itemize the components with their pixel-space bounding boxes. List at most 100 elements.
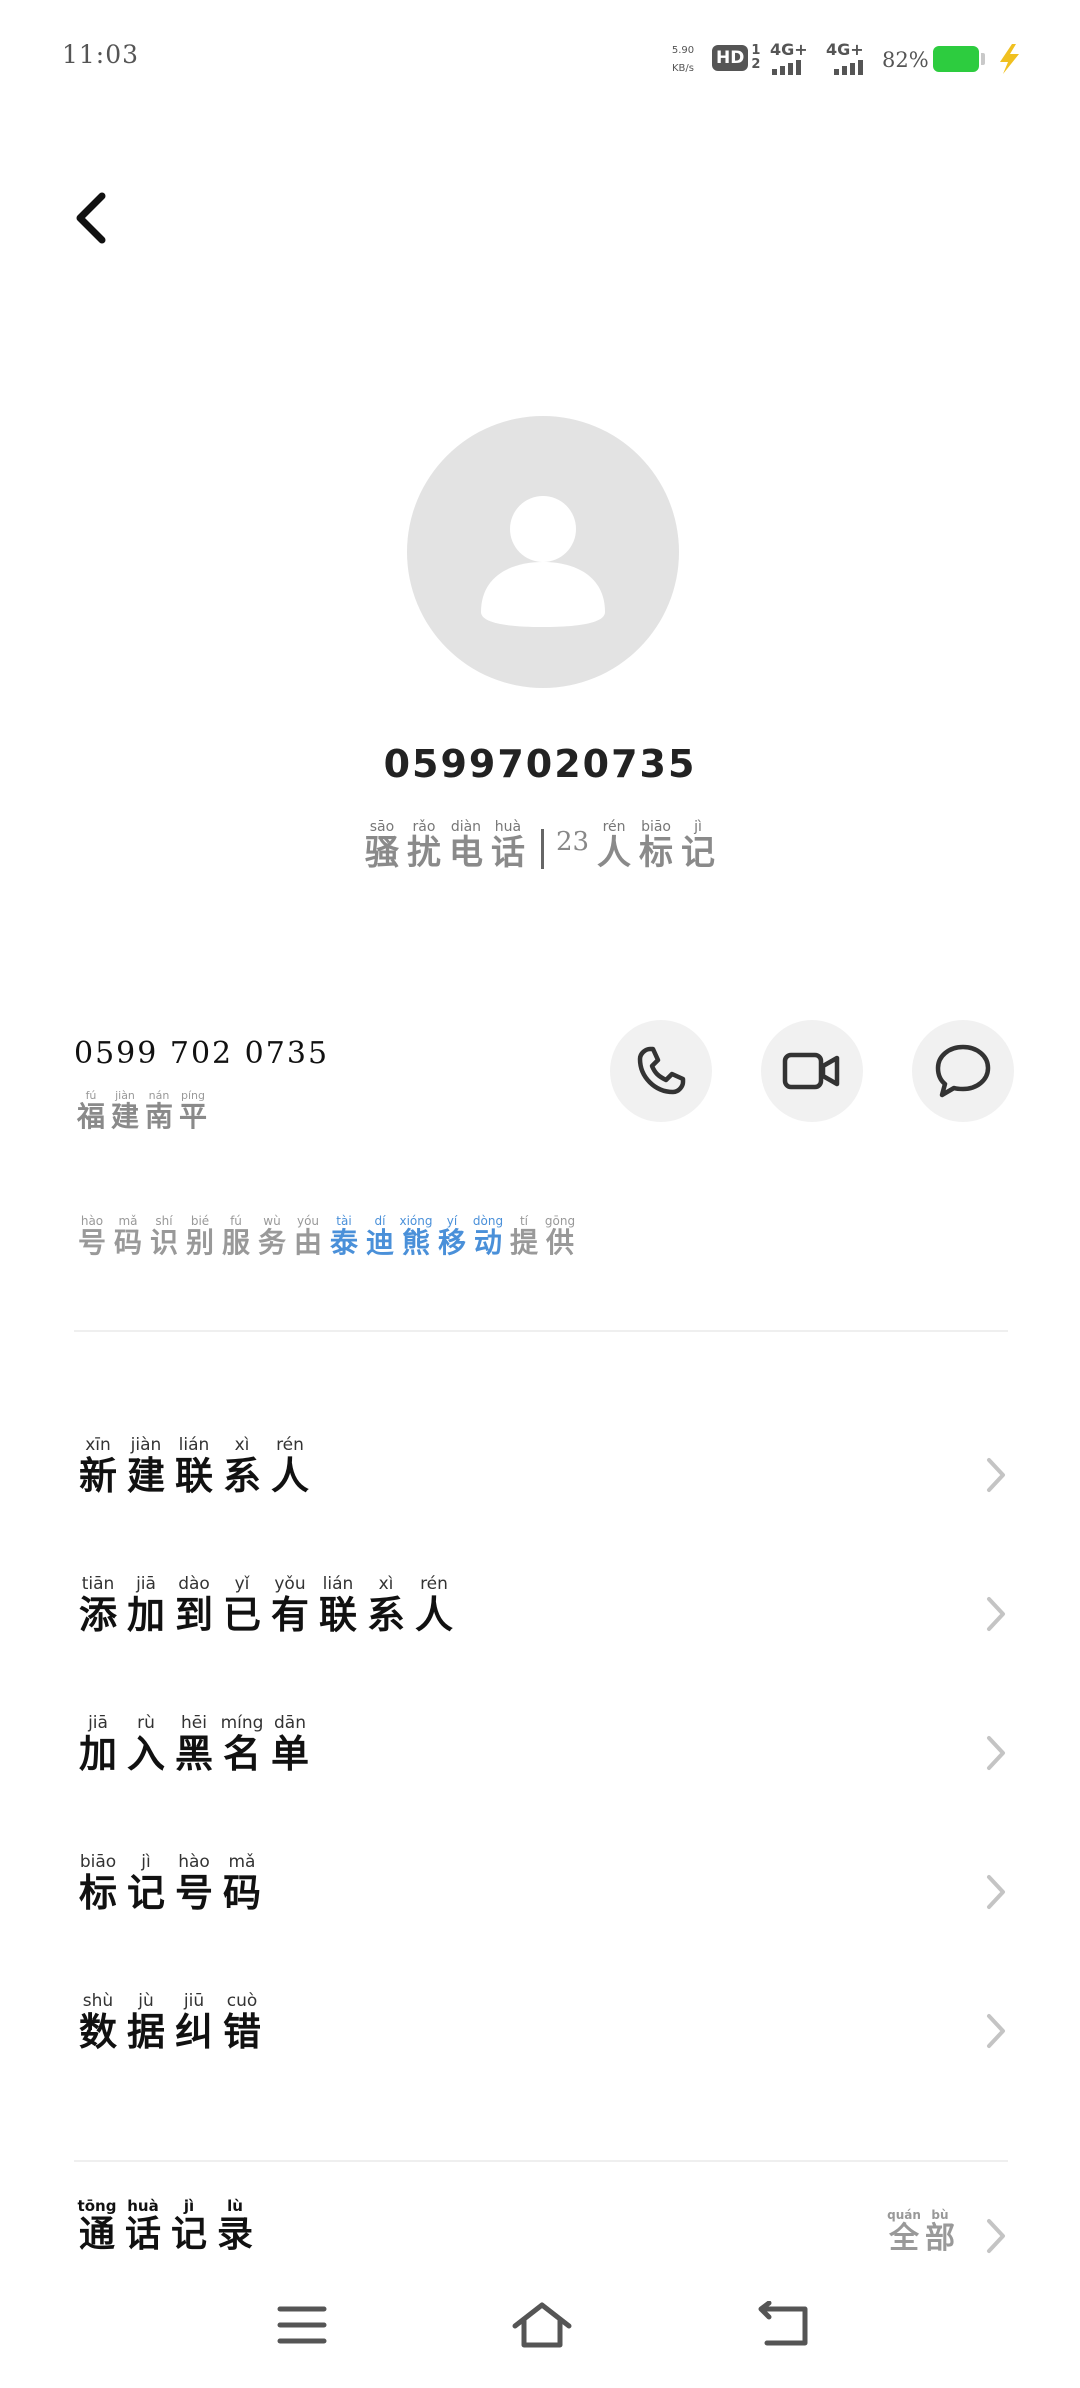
ruby-char: lián 联 bbox=[314, 1575, 362, 1635]
marked-by-label: rén 人 biāo 标 jì 记 bbox=[593, 819, 719, 874]
ruby-char: huà 话 bbox=[120, 2198, 166, 2254]
divider bbox=[74, 1330, 1008, 1332]
hanzi: 建 bbox=[110, 1100, 139, 1134]
hanzi: 迪 bbox=[365, 1226, 394, 1260]
call-log-header: tōng 通 huà 话 jì 记 lù 录 quán 全 bù 部 bbox=[74, 2196, 1008, 2276]
ruby-char: shí 识 bbox=[146, 1214, 182, 1260]
pinyin: jiū bbox=[183, 1991, 205, 2011]
pinyin: xì bbox=[234, 1435, 250, 1455]
hanzi: 码 bbox=[113, 1226, 142, 1260]
provider-link[interactable]: tài 泰 dí 迪 xióng 熊 yí 移 dòng 动 bbox=[326, 1214, 506, 1260]
hanzi: 标 bbox=[78, 1869, 117, 1915]
hanzi: 系 bbox=[222, 1452, 261, 1498]
ruby-char: xì 系 bbox=[362, 1575, 410, 1635]
hanzi: 人 bbox=[414, 1591, 453, 1637]
pinyin: dān bbox=[274, 1713, 306, 1733]
hanzi: 识 bbox=[149, 1226, 178, 1260]
ruby-char: hēi 黑 bbox=[170, 1714, 218, 1774]
hanzi: 到 bbox=[174, 1591, 213, 1637]
ruby-char: jù 据 bbox=[122, 1992, 170, 2052]
ruby-char: sāo 骚 bbox=[361, 819, 403, 874]
ruby-char: lián 联 bbox=[170, 1436, 218, 1496]
ruby-char: fú 福 bbox=[74, 1089, 108, 1134]
chat-bubble-icon bbox=[935, 1044, 991, 1098]
ruby-char: biāo 标 bbox=[635, 819, 677, 874]
menu-add-to-existing-contact[interactable]: tiān 添 jiā 加 dào 到 yǐ 已 yǒu 有 lián 联 xì 系 rén 人 bbox=[74, 1556, 1008, 1666]
menu-item-label: shù 数 jù 据 jiū 纠 cuò 错 bbox=[74, 1991, 266, 2052]
hanzi: 人 bbox=[270, 1452, 309, 1498]
divider bbox=[74, 2160, 1008, 2162]
call-button[interactable] bbox=[610, 1020, 712, 1122]
chevron-right-icon bbox=[987, 1597, 1005, 1631]
chevron-right-icon[interactable] bbox=[984, 2216, 1008, 2256]
hanzi: 码 bbox=[222, 1869, 261, 1915]
hanzi: 部 bbox=[925, 2221, 955, 2257]
video-call-button[interactable] bbox=[761, 1020, 863, 1122]
ruby-char: jì 记 bbox=[122, 1853, 170, 1913]
ruby-char: mǎ 码 bbox=[218, 1853, 266, 1913]
ruby-char: bù 部 bbox=[922, 2208, 958, 2257]
hanzi: 熊 bbox=[401, 1226, 430, 1260]
chevron-right-icon bbox=[987, 1875, 1005, 1909]
ruby-char: jiū 纠 bbox=[170, 1992, 218, 2052]
call-log-filter[interactable]: quán 全 bù 部 bbox=[886, 2204, 958, 2255]
hanzi: 错 bbox=[222, 2008, 261, 2054]
pinyin: rén bbox=[276, 1435, 304, 1455]
ruby-char: mǎ 码 bbox=[110, 1214, 146, 1260]
ruby-char: rén 人 bbox=[266, 1436, 314, 1496]
hanzi: 有 bbox=[270, 1591, 309, 1637]
formatted-phone-number[interactable]: 0599 702 0735 bbox=[74, 1036, 329, 1071]
ruby-char: nán 南 bbox=[142, 1089, 176, 1134]
hanzi: 福 bbox=[76, 1100, 105, 1134]
ruby-char: xióng 熊 bbox=[398, 1214, 434, 1260]
hanzi: 录 bbox=[216, 2212, 253, 2255]
nav-home-button[interactable] bbox=[502, 2290, 582, 2360]
pinyin: cuò bbox=[226, 1991, 258, 2011]
phone-icon bbox=[637, 1046, 686, 1095]
ruby-char: míng 名 bbox=[218, 1714, 266, 1774]
hanzi: 骚 bbox=[364, 833, 399, 874]
message-button[interactable] bbox=[912, 1020, 1014, 1122]
ruby-char: xì 系 bbox=[218, 1436, 266, 1496]
pinyin: xì bbox=[378, 1574, 394, 1594]
chevron-right-icon bbox=[987, 1458, 1005, 1492]
tag-separator bbox=[540, 828, 544, 869]
menu-mark-number[interactable]: biāo 标 jì 记 hào 号 mǎ 码 bbox=[74, 1834, 1008, 1944]
hanzi: 数 bbox=[78, 2008, 117, 2054]
pinyin: jiā bbox=[88, 1713, 108, 1733]
pinyin: mǎ bbox=[228, 1852, 256, 1872]
ruby-char: jiàn 建 bbox=[122, 1436, 170, 1496]
provider-note: hào 号 mǎ 码 shí 识 bié 别 fú 服 wù 务 yóu 由 tài 泰 dí 迪 xióng 熊 yí… bbox=[74, 1210, 578, 1259]
hanzi: 南 bbox=[144, 1100, 173, 1134]
ruby-char: yǒu 有 bbox=[266, 1575, 314, 1635]
back-arrow-icon bbox=[758, 2301, 808, 2346]
nav-back-button[interactable] bbox=[744, 2290, 824, 2360]
nav-menu-button[interactable] bbox=[262, 2290, 342, 2360]
hanzi: 据 bbox=[126, 2008, 165, 2054]
pinyin: tiān bbox=[81, 1574, 115, 1594]
hd-label: HD bbox=[712, 45, 749, 71]
pinyin: shù bbox=[82, 1991, 114, 2011]
ruby-char: gōng 供 bbox=[542, 1214, 578, 1259]
hanzi: 添 bbox=[78, 1591, 117, 1637]
pinyin: jiā bbox=[136, 1574, 156, 1594]
ruby-char: dān 单 bbox=[266, 1714, 314, 1774]
pinyin: jiàn bbox=[130, 1435, 162, 1455]
ruby-char: tí 提 bbox=[506, 1214, 542, 1259]
hanzi: 系 bbox=[366, 1591, 405, 1637]
hanzi: 单 bbox=[270, 1730, 309, 1776]
hanzi: 服 bbox=[221, 1226, 250, 1260]
ruby-char: huà 话 bbox=[487, 819, 529, 873]
hanzi: 新 bbox=[78, 1452, 117, 1498]
ruby-char: biāo 标 bbox=[74, 1853, 122, 1913]
spam-tag: sāo 骚 rǎo 扰 diàn 电 huà 话 bbox=[361, 819, 529, 874]
battery-percent: 82% bbox=[882, 48, 929, 72]
pinyin: yǒu bbox=[274, 1574, 306, 1594]
hanzi: 移 bbox=[437, 1226, 466, 1260]
hanzi: 标 bbox=[639, 833, 674, 874]
menu-data-correction[interactable]: shù 数 jù 据 jiū 纠 cuò 错 bbox=[74, 1973, 1008, 2083]
menu-new-contact[interactable]: xīn 新 jiàn 建 lián 联 xì 系 rén 人 bbox=[74, 1417, 1008, 1527]
ruby-char: diàn 电 bbox=[445, 819, 487, 873]
menu-add-to-blacklist[interactable]: jiā 加 rù 入 hēi 黑 míng 名 dān 单 bbox=[74, 1695, 1008, 1805]
back-button[interactable] bbox=[62, 188, 122, 248]
